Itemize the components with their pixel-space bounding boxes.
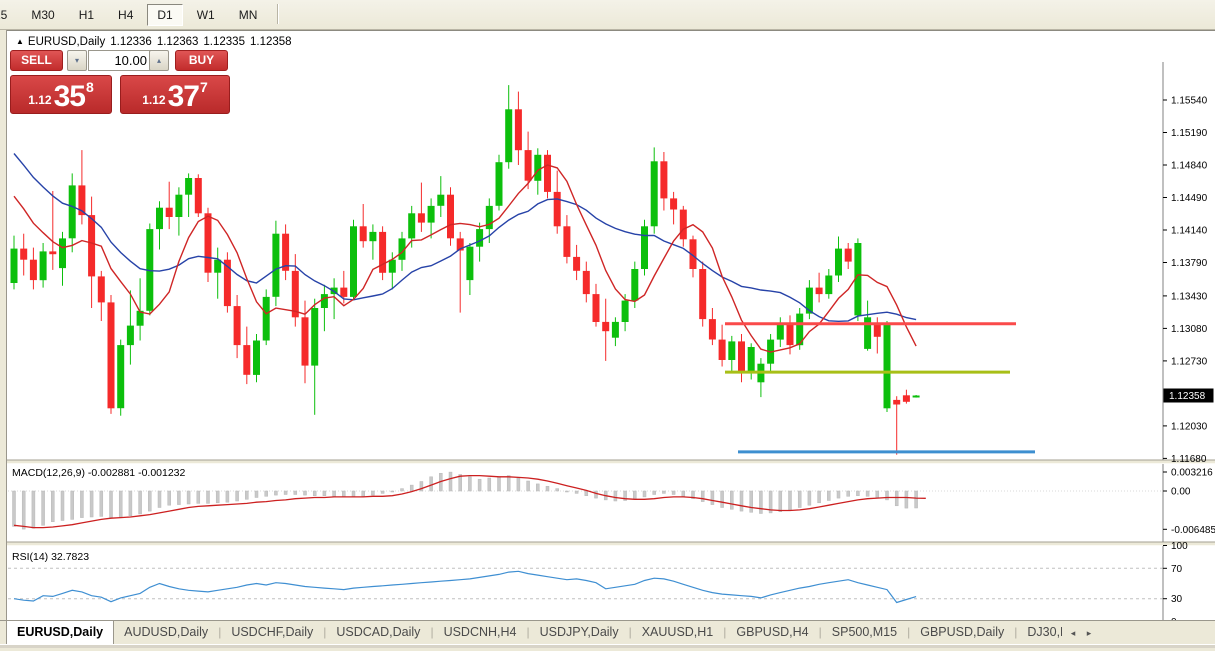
volume-decrease-button[interactable]: ▾ xyxy=(67,50,87,71)
toolbar-separator xyxy=(277,4,279,24)
svg-text:1.13790: 1.13790 xyxy=(1171,258,1208,269)
ohlc-high: 1.12363 xyxy=(157,36,199,48)
panel-separator[interactable] xyxy=(0,542,1215,546)
svg-text:100: 100 xyxy=(1171,541,1188,552)
panel-separator[interactable] xyxy=(0,460,1215,464)
tab-GBPUSD-Daily[interactable]: GBPUSD,Daily xyxy=(910,621,1014,643)
timeframe-button-H4[interactable]: H4 xyxy=(108,4,143,26)
svg-text:-0.006485: -0.006485 xyxy=(1171,525,1215,536)
collapse-panel-icon[interactable]: ▲ xyxy=(16,37,24,46)
sell-button[interactable]: SELL xyxy=(10,50,63,71)
chart-symbol-label: EURUSD,Daily xyxy=(28,36,105,48)
chevron-down-icon: ▾ xyxy=(75,56,79,65)
chevron-up-icon: ▴ xyxy=(157,56,161,65)
buy-price-sup: 7 xyxy=(200,79,208,95)
svg-text:1.15540: 1.15540 xyxy=(1171,96,1208,107)
svg-text:1.13080: 1.13080 xyxy=(1171,324,1208,335)
tab-USDJPY-Daily[interactable]: USDJPY,Daily xyxy=(530,621,629,643)
rsi-indicator: RSI(14) 32.7823 xyxy=(8,551,1163,603)
svg-text:1.14490: 1.14490 xyxy=(1171,193,1208,204)
tab-GBPUSD-H4[interactable]: GBPUSD,H4 xyxy=(726,621,818,643)
tab-scroll-right-icon[interactable]: ▸ xyxy=(1082,626,1096,640)
tab-EURUSD-Daily[interactable]: EURUSD,Daily xyxy=(6,621,114,645)
svg-text:1.12358: 1.12358 xyxy=(1169,391,1206,402)
sell-price-display[interactable]: 1.12 35 8 xyxy=(10,75,112,114)
svg-text:0.003216: 0.003216 xyxy=(1171,468,1213,479)
ohlc-close: 1.12358 xyxy=(250,36,292,48)
buy-price-display[interactable]: 1.12 37 7 xyxy=(120,75,230,114)
ohlc-open: 1.12336 xyxy=(110,36,152,48)
svg-text:0.00: 0.00 xyxy=(1171,487,1191,498)
window-left-border xyxy=(0,30,7,620)
sell-price-big: 35 xyxy=(54,82,85,112)
svg-text:1.12730: 1.12730 xyxy=(1171,356,1208,367)
current-price-tag: 1.12358 xyxy=(1164,389,1214,403)
timeframe-toolbar: 15M30H1H4D1W1MN xyxy=(0,0,1215,30)
status-bar-strip xyxy=(0,644,1215,648)
svg-text:1.14140: 1.14140 xyxy=(1171,226,1208,237)
timeframe-button-D1[interactable]: D1 xyxy=(147,4,182,26)
volume-increase-button[interactable]: ▴ xyxy=(149,50,169,71)
buy-price-prefix: 1.12 xyxy=(142,93,165,107)
volume-input[interactable] xyxy=(88,50,152,71)
svg-text:MACD(12,26,9) -0.002881 -0.001: MACD(12,26,9) -0.002881 -0.001232 xyxy=(12,467,186,479)
tab-AUDUSD-Daily[interactable]: AUDUSD,Daily xyxy=(114,621,218,643)
timeframe-button-H1[interactable]: H1 xyxy=(69,4,104,26)
svg-text:30: 30 xyxy=(1171,594,1183,605)
svg-text:1.12030: 1.12030 xyxy=(1171,421,1208,432)
timeframe-button-M30[interactable]: M30 xyxy=(21,4,64,26)
svg-text:1.14840: 1.14840 xyxy=(1171,161,1208,172)
svg-text:1.15190: 1.15190 xyxy=(1171,128,1208,139)
price-chart-canvas: MACD(12,26,9) -0.002881 -0.001232 RSI(14)… xyxy=(0,61,1215,651)
tab-USDCHF-Daily[interactable]: USDCHF,Daily xyxy=(221,621,323,643)
svg-text:RSI(14) 32.7823: RSI(14) 32.7823 xyxy=(12,551,89,563)
macd-indicator: MACD(12,26,9) -0.002881 -0.001232 xyxy=(8,467,1163,529)
buy-price-big: 37 xyxy=(168,82,199,112)
chart-title: ▲ EURUSD,Daily 1.12336 1.12363 1.12335 1.1235… xyxy=(16,36,292,48)
tab-XAUUSD-H1[interactable]: XAUUSD,H1 xyxy=(632,621,724,643)
tab-USDCAD-Daily[interactable]: USDCAD,Daily xyxy=(326,621,430,643)
timeframe-button-W1[interactable]: W1 xyxy=(187,4,225,26)
tab-DJ30-H4[interactable]: DJ30,H4 xyxy=(1017,621,1062,643)
chart-window: MACD(12,26,9) -0.002881 -0.001232 RSI(14)… xyxy=(0,30,1215,621)
timeframe-button-MN[interactable]: MN xyxy=(229,4,268,26)
one-click-trading-panel: SELL ▾ ▴ BUY 1.12 35 8 1.12 37 7 xyxy=(10,50,228,114)
buy-button[interactable]: BUY xyxy=(175,50,228,71)
svg-text:70: 70 xyxy=(1171,564,1183,575)
tab-SP500-M15[interactable]: SP500,M15 xyxy=(822,621,907,643)
ohlc-low: 1.12335 xyxy=(203,36,245,48)
tab-scroll-left-icon[interactable]: ◂ xyxy=(1066,626,1080,640)
tab-USDCNH-H4[interactable]: USDCNH,H4 xyxy=(434,621,527,643)
svg-text:1.11680: 1.11680 xyxy=(1171,454,1207,465)
sell-price-prefix: 1.12 xyxy=(28,93,51,107)
timeframe-button-15[interactable]: 15 xyxy=(0,4,17,26)
svg-text:1.13430: 1.13430 xyxy=(1171,291,1208,302)
sell-price-sup: 8 xyxy=(86,79,94,95)
chart-tab-bar: EURUSD,DailyAUDUSD,Daily|USDCHF,Daily|US… xyxy=(0,620,1215,645)
